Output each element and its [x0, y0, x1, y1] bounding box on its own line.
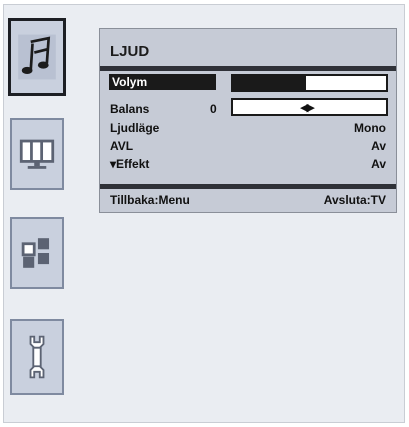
wrench-icon [29, 335, 45, 379]
menu-item-label: Volym [112, 75, 148, 89]
volume-slider[interactable] [231, 74, 388, 92]
footer-back-hint: Tillbaka:Menu [110, 193, 190, 207]
menu-item-label: AVL [110, 139, 134, 153]
sidebar-item-features[interactable] [10, 217, 64, 289]
menu-item-effekt[interactable]: ▾Effekt Av [110, 157, 390, 171]
sidebar-item-setup[interactable] [10, 319, 64, 395]
menu-item-ljudlage[interactable]: Ljudläge Mono [110, 121, 390, 135]
menu-item-value: Av [371, 157, 386, 171]
monitor-icon [19, 139, 55, 169]
balance-value: 0 [210, 102, 217, 116]
menu-item-value: Av [371, 139, 386, 153]
menu-title: LJUD [110, 43, 150, 60]
title-divider [100, 66, 396, 71]
menu-item-label: ▾Effekt [110, 157, 150, 171]
sidebar-item-picture[interactable] [10, 118, 64, 190]
menu-item-label: Ljudläge [110, 121, 160, 135]
sound-menu-panel: LJUD Volym Balans 0 ◀▶ Ljudläge Mono AVL… [99, 28, 397, 213]
menu-item-label: Balans [110, 102, 150, 116]
balance-slider[interactable]: ◀▶ [231, 98, 388, 116]
menu-item-avl[interactable]: AVL Av [110, 139, 390, 153]
menu-item-value: Mono [354, 121, 386, 135]
music-note-icon [18, 34, 56, 80]
footer-divider [100, 184, 396, 189]
sidebar-item-sound[interactable] [8, 18, 66, 96]
volume-slider-fill [306, 76, 386, 90]
footer-exit-hint: Avsluta:TV [323, 193, 386, 207]
blocks-icon [21, 238, 50, 268]
osd-frame: LJUD Volym Balans 0 ◀▶ Ljudläge Mono AVL… [3, 4, 405, 423]
balance-arrows-icon: ◀▶ [300, 102, 315, 114]
menu-item-volym[interactable]: Volym [109, 74, 216, 90]
